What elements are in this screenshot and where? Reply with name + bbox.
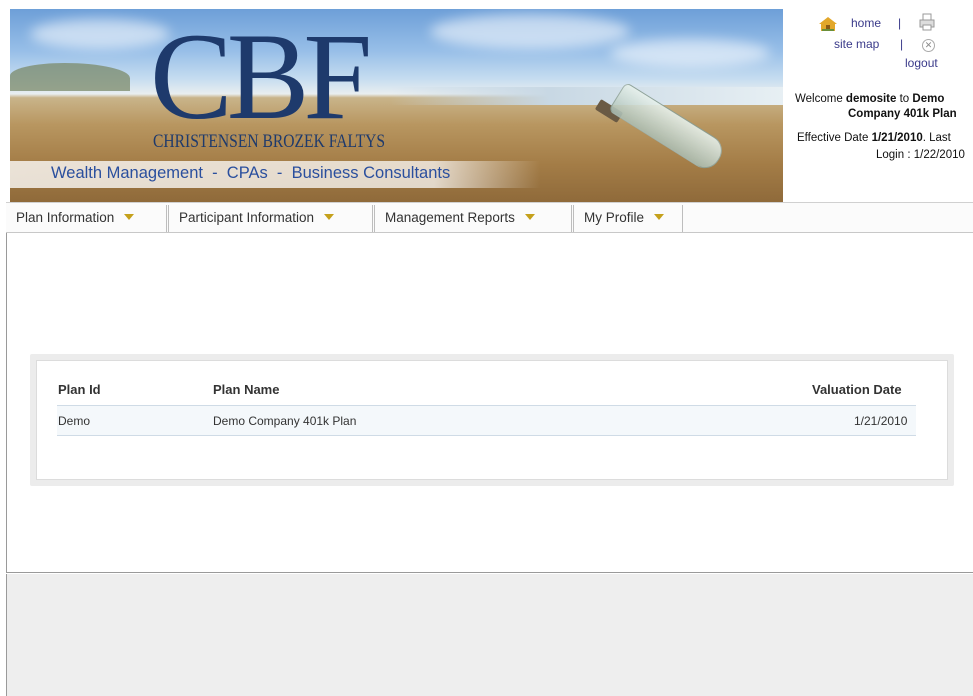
menu-plan-information[interactable]: Plan Information — [6, 203, 166, 233]
banner-sea — [390, 87, 783, 105]
menu-management-reports[interactable]: Management Reports — [375, 203, 571, 233]
banner-hill — [10, 63, 130, 91]
tagline: Wealth Management - CPAs - Business Cons… — [51, 164, 451, 182]
column-header-valuation-date: Valuation Date — [812, 382, 902, 397]
dropdown-arrow-icon — [524, 214, 535, 221]
banner-cloud — [610, 39, 770, 67]
logout-link[interactable]: logout — [905, 56, 938, 70]
banner-cloud — [30, 19, 170, 49]
cell-plan-id[interactable]: Demo — [58, 414, 90, 428]
header-banner: CBF CHRISTENSEN BROZEK FALTYS Wealth Man… — [10, 9, 783, 202]
cell-plan-name[interactable]: Demo Company 401k Plan — [213, 414, 356, 428]
logout-icon[interactable]: ✕ — [922, 39, 935, 52]
home-link[interactable]: home — [851, 16, 881, 30]
menu-label: Plan Information — [16, 210, 115, 225]
last-login: Login : 1/22/2010 — [876, 149, 965, 161]
welcome-to: to — [896, 93, 913, 105]
column-header-plan-id: Plan Id — [58, 382, 101, 397]
company-logo[interactable]: CBF — [150, 15, 372, 139]
link-separator: | — [898, 16, 902, 30]
plan-name-part2: Company 401k Plan — [848, 108, 957, 120]
menu-label: Participant Information — [179, 210, 315, 225]
home-icon[interactable] — [819, 17, 837, 31]
user-panel: home | site map | ✕ logout Welcome demos… — [783, 9, 973, 202]
dropdown-arrow-icon — [124, 214, 135, 221]
effective-date-line: Effective Date 1/21/2010. Last — [797, 132, 951, 144]
logo-letters-text: CBF — [150, 9, 372, 145]
column-header-plan-name: Plan Name — [213, 382, 280, 397]
main-menu-bar: Plan Information Participant Information… — [6, 202, 973, 233]
effective-suffix: . Last — [922, 132, 951, 144]
menu-participant-information[interactable]: Participant Information — [169, 203, 372, 233]
dropdown-arrow-icon — [654, 214, 665, 221]
site-map-link[interactable]: site map — [834, 37, 879, 51]
link-separator: | — [900, 37, 904, 51]
dropdown-arrow-icon — [324, 214, 335, 221]
effective-prefix: Effective Date — [797, 132, 872, 144]
welcome-text: Welcome demosite to Demo — [795, 93, 944, 105]
table-row[interactable] — [57, 406, 916, 436]
username: demosite — [845, 93, 897, 105]
welcome-prefix: Welcome — [795, 93, 846, 105]
print-icon[interactable] — [919, 13, 935, 31]
footer-area — [6, 574, 973, 696]
firm-name: CHRISTENSEN BROZEK FALTYS — [153, 131, 385, 152]
menu-separator — [682, 205, 683, 232]
menu-my-profile[interactable]: My Profile — [574, 203, 682, 233]
menu-label: Management Reports — [385, 210, 515, 225]
effective-date: 1/21/2010 — [871, 132, 923, 144]
cell-valuation-date: 1/21/2010 — [854, 414, 908, 428]
banner-cloud — [430, 14, 630, 49]
plan-name-part1: Demo — [912, 93, 945, 105]
menu-label: My Profile — [584, 210, 645, 225]
